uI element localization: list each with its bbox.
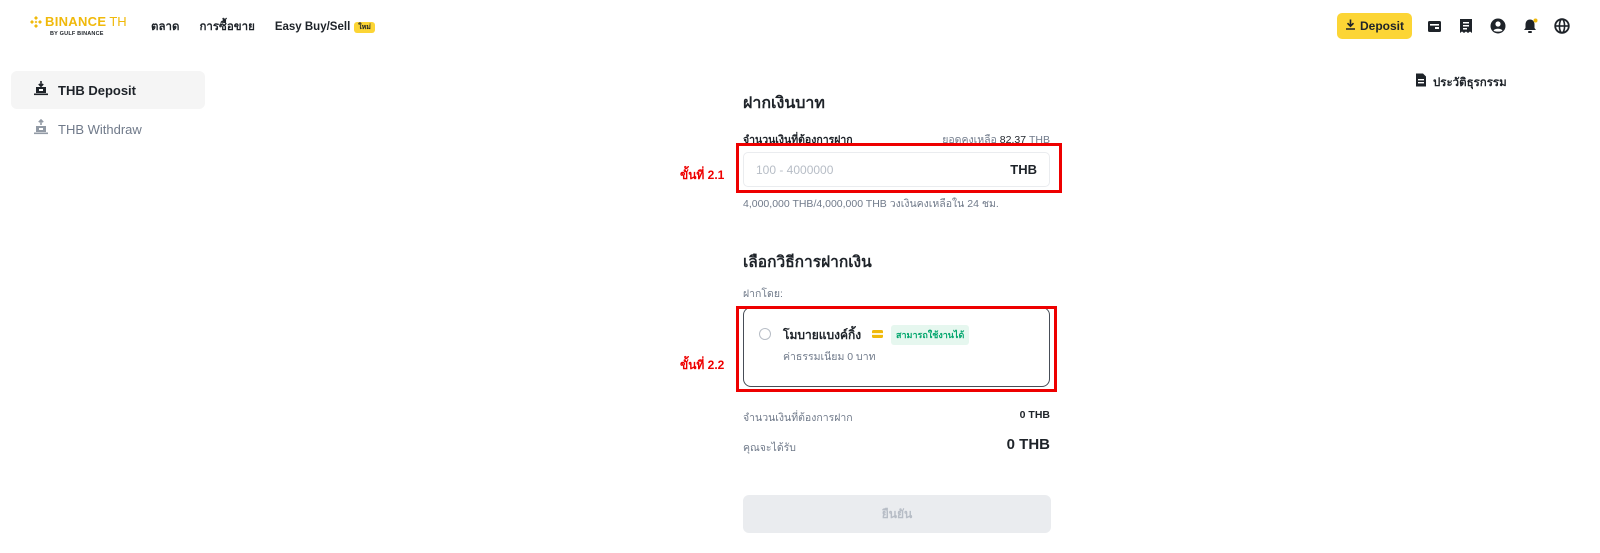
available-balance: ยอดคงเหลือ 82.37 THB [942,131,1050,148]
confirm-button[interactable]: ยืนยัน [743,495,1051,533]
nav-item-market[interactable]: ตลาด [151,18,179,36]
withdraw-outbox-icon [33,118,49,140]
transaction-history-link[interactable]: ประวัติธุรกรรม [1415,73,1507,92]
method-subtitle: ฝากโดย: [743,288,783,300]
receipt-icon[interactable] [1456,16,1476,36]
new-badge: ใหม่ [354,21,375,33]
binance-th-logo[interactable]: BINANCE TH BY GULF BINANCE [30,14,135,38]
logo-brand-text: BINANCE [45,14,107,29]
amount-label: จำนวนเงินที่ต้องการฝาก [743,134,853,146]
user-icon[interactable] [1488,16,1508,36]
radio-button[interactable] [759,328,771,340]
summary-receive-label: คุณจะได้รับ [743,442,796,454]
summary-receive-value: 0 THB [1006,436,1050,453]
step-2-1-label: ขั้นที่ 2.1 [680,168,725,182]
sidebar-item-label: THB Withdraw [58,121,142,137]
main-nav: ตลาด การซื้อขาย Easy Buy/Sell ใหม่ [151,18,375,36]
sidebar-item-thb-deposit[interactable]: THB Deposit [11,71,205,109]
input-currency-unit: THB [1010,162,1037,177]
wallet-icon[interactable] [1424,16,1444,36]
summary-amount-label: จำนวนเงินที่ต้องการฝาก [743,412,853,424]
deposit-button-label: Deposit [1359,19,1404,33]
nav-item-easy-label: Easy Buy/Sell [274,21,351,33]
amount-input[interactable] [756,162,1011,177]
balance-value: 82.37 [999,134,1027,146]
balance-unit: THB [1029,134,1050,146]
nav-item-trade[interactable]: การซื้อขาย [199,18,254,36]
method-name: โมบายแบงค์กิ้ง [783,328,862,342]
nav-item-easy-buy-sell[interactable]: Easy Buy/Sell ใหม่ [275,21,375,33]
available-badge: สามารถใช้งานได้ [891,325,970,345]
deposit-inbox-icon [33,80,49,101]
sidebar-item-label: THB Deposit [58,82,136,98]
mobile-banking-option[interactable]: โมบายแบงค์กิ้ง สามารถใช้งานได้ ค่าธรรมเน… [743,307,1050,387]
method-fee: ค่าธรรมเนียม 0 บาท [783,351,876,363]
logo-suffix-text: TH [109,14,127,29]
balance-prefix: ยอดคงเหลือ [942,134,997,146]
amount-input-box: THB [743,152,1050,187]
logo-subtitle: BY GULF BINANCE [50,31,104,37]
sidebar-item-thb-withdraw[interactable]: THB Withdraw [11,110,205,148]
deposit-button[interactable]: Deposit [1337,13,1412,39]
binance-diamond-icon [30,15,42,28]
top-header: BINANCE TH BY GULF BINANCE ตลาด การซื้อข… [0,0,1600,52]
history-label: ประวัติธุรกรรม [1433,76,1507,89]
credit-card-icon [872,330,883,338]
method-section-title: เลือกวิธีการฝากเงิน [743,254,872,271]
step-2-2-label: ขั้นที่ 2.2 [680,358,725,372]
globe-icon[interactable] [1552,16,1572,36]
summary-amount-value: 0 THB [1019,409,1050,421]
page-title: ฝากเงินบาท [743,95,825,112]
document-icon [1415,73,1427,92]
bell-icon[interactable] [1520,16,1540,36]
download-icon [1345,19,1356,33]
daily-limit-text: 4,000,000 THB/4,000,000 THB วงเงินคงเหลื… [743,198,999,210]
